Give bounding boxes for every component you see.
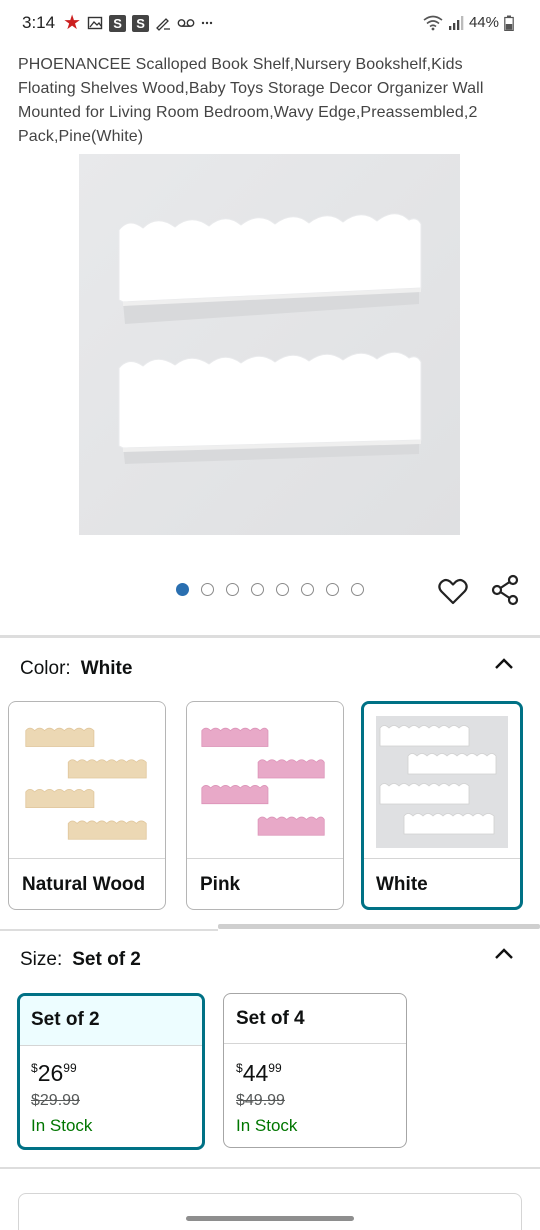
swatch-divider [364, 858, 520, 859]
pagination-dot[interactable] [276, 583, 289, 596]
size-option-set-of-2[interactable]: Set of 2 $2699 $29.99 In Stock [17, 993, 205, 1150]
section-divider [0, 635, 540, 638]
size-option-set-of-4[interactable]: Set of 4 $4499 $49.99 In Stock [223, 993, 407, 1148]
status-time: 3:14 [22, 13, 56, 32]
color-header[interactable]: Color: White [20, 658, 132, 680]
currency-symbol: $ [236, 1061, 243, 1075]
next-section-card[interactable] [18, 1193, 522, 1230]
star-icon: ★ [63, 12, 82, 34]
pagination-dot[interactable] [351, 583, 364, 596]
voicemail-icon [177, 19, 195, 27]
white-shelves-thumbnail [364, 704, 520, 858]
horizontal-scroll-indicator [218, 924, 540, 929]
price-whole: 26 [37, 1060, 64, 1086]
size-selected-value: Set of 2 [72, 949, 141, 970]
pagination-dot[interactable] [326, 583, 339, 596]
section-divider [0, 929, 218, 931]
color-selected-value: White [80, 658, 133, 679]
image-icon [87, 16, 103, 30]
color-option-label: Natural Wood [22, 874, 146, 895]
was-price: $49.99 [236, 1092, 285, 1109]
signature-icon [156, 18, 171, 31]
section-divider [0, 1167, 540, 1169]
status-bar: 3:14 ★ S S 44% [0, 0, 540, 50]
color-option-white[interactable]: White [361, 701, 523, 910]
chevron-up-icon[interactable] [492, 652, 516, 676]
swatch-divider [9, 858, 165, 859]
price-fraction: 99 [63, 1061, 77, 1075]
stock-status: In Stock [236, 1116, 298, 1135]
pagination-dot[interactable] [176, 583, 189, 596]
product-image[interactable] [79, 154, 460, 535]
price-fraction: 99 [268, 1061, 282, 1075]
color-label: Color: [20, 658, 71, 679]
size-option-label: Set of 4 [224, 994, 406, 1044]
s-badge: S [109, 14, 127, 32]
pink-shelves-thumbnail [187, 702, 343, 858]
scalloped-shelves-illustration [79, 154, 460, 535]
currency-symbol: $ [31, 1061, 38, 1075]
s-badge: S [132, 14, 150, 32]
home-indicator[interactable] [186, 1216, 354, 1221]
dots-icon [201, 21, 213, 25]
was-price: $29.99 [31, 1092, 80, 1109]
share-icon[interactable] [490, 574, 522, 606]
size-header[interactable]: Size: Set of 2 [20, 949, 141, 971]
battery-icon [504, 15, 514, 31]
product-title[interactable]: PHOENANCEE Scalloped Book Shelf,Nursery … [18, 53, 523, 149]
color-option-natural-wood[interactable]: Natural Wood [8, 701, 166, 910]
signal-icon [448, 15, 464, 30]
pagination-dot[interactable] [301, 583, 314, 596]
color-option-pink[interactable]: Pink [186, 701, 344, 910]
size-label: Size: [20, 949, 63, 970]
battery-percent: 44% [468, 14, 499, 31]
price: $2699 [31, 1060, 77, 1087]
price: $4499 [236, 1060, 282, 1087]
stock-status: In Stock [31, 1116, 93, 1135]
pagination-dot[interactable] [226, 583, 239, 596]
swatch-divider [187, 858, 343, 859]
heart-icon[interactable] [437, 575, 469, 607]
pagination-dot[interactable] [201, 583, 214, 596]
color-option-label: White [376, 874, 428, 895]
size-option-label: Set of 2 [20, 996, 202, 1046]
color-option-label: Pink [200, 874, 241, 895]
price-whole: 44 [242, 1060, 269, 1086]
pagination-dot[interactable] [251, 583, 264, 596]
wifi-icon [423, 15, 443, 30]
chevron-up-icon[interactable] [492, 942, 516, 966]
image-pagination [176, 583, 364, 596]
natural-wood-shelves-thumbnail [9, 702, 165, 858]
